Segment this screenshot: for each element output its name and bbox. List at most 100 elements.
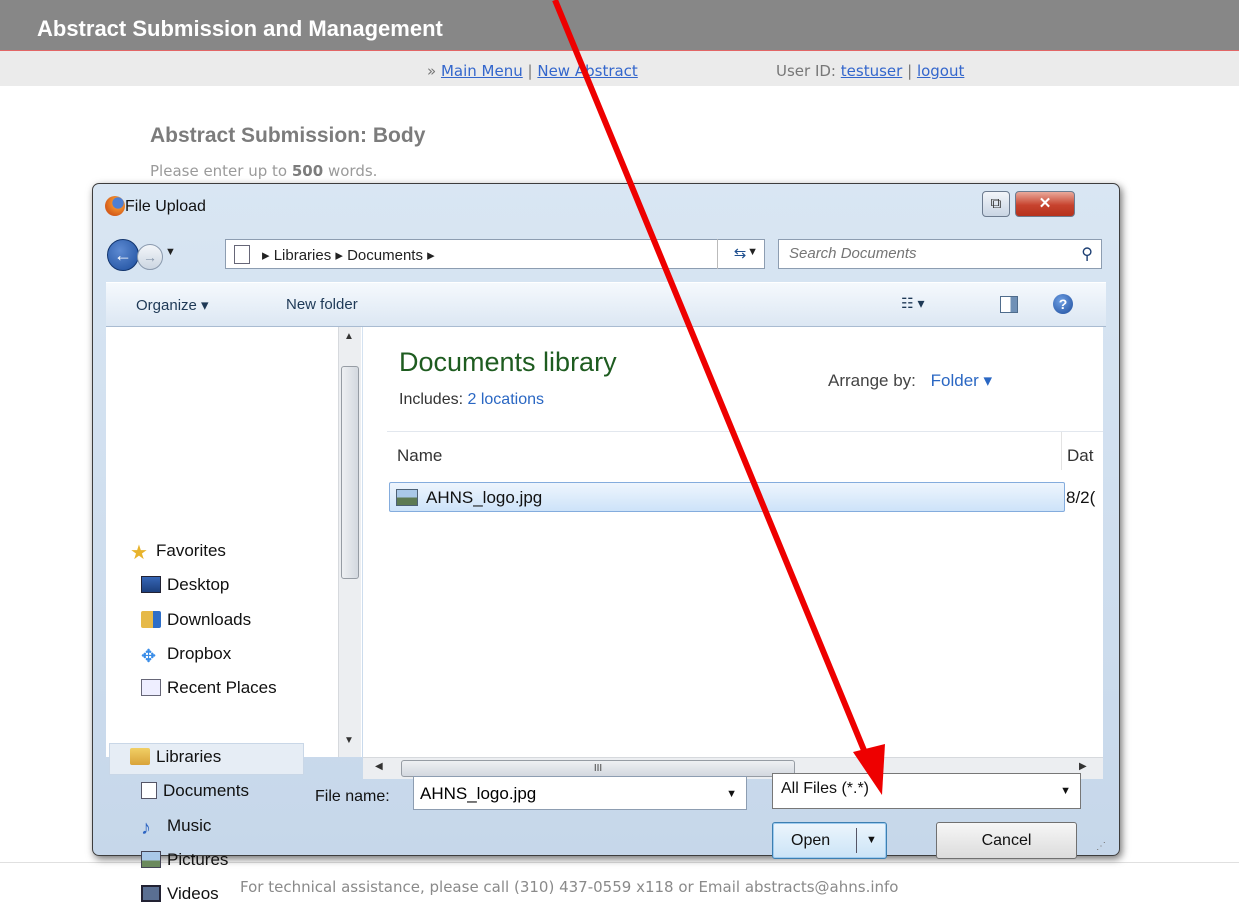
nav-item-label: Documents xyxy=(163,781,249,800)
nav-item-documents[interactable]: Documents xyxy=(141,777,249,805)
file-name-input[interactable] xyxy=(420,784,710,804)
nav-item-recent-places[interactable]: Recent Places xyxy=(141,674,277,702)
site-title: Abstract Submission and Management xyxy=(37,16,443,41)
chevron-down-icon: ▼ xyxy=(165,246,176,258)
nav-item-favorites[interactable]: ★ Favorites xyxy=(130,537,226,565)
preview-pane-icon[interactable] xyxy=(1000,296,1018,313)
file-type-dropdown-icon[interactable]: ▼ xyxy=(1060,785,1071,797)
search-input[interactable] xyxy=(789,245,1059,262)
user-id-label: User ID: xyxy=(776,62,836,80)
nav-item-downloads[interactable]: Downloads xyxy=(141,606,251,634)
firefox-icon xyxy=(105,196,125,216)
close-button[interactable]: ✕ xyxy=(1015,191,1075,217)
refresh-button[interactable]: ⇆ xyxy=(717,239,762,269)
forward-button[interactable]: → xyxy=(137,244,163,270)
includes-locations-link[interactable]: 2 locations xyxy=(468,391,545,408)
documents-icon xyxy=(141,782,157,799)
nav-item-label: Pictures xyxy=(167,850,229,869)
address-bar[interactable]: ▸ Libraries ▸ Documents ▸ ▼ xyxy=(225,239,765,269)
new-abstract-link[interactable]: New Abstract xyxy=(537,62,637,80)
cancel-button[interactable]: Cancel xyxy=(936,822,1077,859)
star-icon: ★ xyxy=(130,542,148,564)
scroll-down-icon[interactable]: ▼ xyxy=(344,735,354,746)
open-button[interactable]: Open ▼ xyxy=(772,822,887,859)
restore-icon: ⧉ xyxy=(990,195,1002,212)
command-bar: Organize ▾ New folder ☷ ▾ ? xyxy=(106,282,1106,327)
nav-item-dropbox[interactable]: ✥ Dropbox xyxy=(141,640,231,668)
logout-link[interactable]: logout xyxy=(917,62,964,80)
restore-button[interactable]: ⧉ xyxy=(982,191,1010,217)
column-date[interactable]: Dat xyxy=(1067,446,1093,466)
nav-scroll-thumb[interactable] xyxy=(341,366,359,579)
file-name-field[interactable]: ▼ xyxy=(413,776,747,810)
column-header: Name Dat xyxy=(387,431,1103,470)
scroll-left-icon[interactable]: ◀ xyxy=(375,761,383,772)
breadcrumb-separator: | xyxy=(527,62,533,80)
file-date: 8/2( xyxy=(1066,488,1096,507)
library-title: Documents library xyxy=(399,347,617,377)
search-icon[interactable]: ⚲ xyxy=(1081,244,1093,264)
videos-icon xyxy=(141,885,161,902)
help-icon[interactable]: ? xyxy=(1053,294,1073,314)
user-id-link[interactable]: testuser xyxy=(841,62,903,80)
recent-places-icon xyxy=(141,679,161,696)
file-type-select[interactable]: All Files (*.*) ▼ xyxy=(772,773,1081,809)
nav-item-label: Videos xyxy=(167,884,219,903)
user-info: User ID: testuser | logout xyxy=(776,62,964,80)
nav-item-label: Desktop xyxy=(167,575,230,594)
nav-scrollbar[interactable]: ▲ ▼ xyxy=(338,327,361,757)
app-root: Abstract Submission and Management » Mai… xyxy=(0,0,1239,916)
open-split-divider xyxy=(856,828,857,853)
change-view-button[interactable]: ☷ ▾ xyxy=(901,295,924,312)
main-menu-link[interactable]: Main Menu xyxy=(441,62,523,80)
breadcrumb: » Main Menu | New Abstract xyxy=(427,62,638,80)
instructions-post: words. xyxy=(327,162,378,180)
pictures-icon xyxy=(141,851,161,868)
dropbox-icon: ✥ xyxy=(141,646,157,666)
column-divider[interactable] xyxy=(1061,432,1062,470)
column-name[interactable]: Name xyxy=(397,446,442,466)
navigation-pane: ★ Favorites Desktop Downloads ✥ Dropbox Re… xyxy=(106,327,362,903)
page-title: Abstract Submission: Body xyxy=(150,124,426,147)
desktop-icon xyxy=(141,576,161,593)
open-button-label: Open xyxy=(791,832,831,849)
horizontal-scroll-thumb[interactable]: III xyxy=(401,760,795,777)
resize-grip-icon[interactable]: ⋰ xyxy=(1096,841,1106,852)
file-name-dropdown-icon[interactable]: ▼ xyxy=(726,788,737,800)
word-limit-instructions: Please enter up to 500 words. xyxy=(150,162,377,180)
new-folder-button[interactable]: New folder xyxy=(286,296,358,313)
file-upload-dialog: File Upload ⧉ ✕ ← → ▼ ▸ Libraries ▸ Docu… xyxy=(92,183,1120,903)
nav-item-label: Downloads xyxy=(167,610,252,629)
downloads-folder-icon xyxy=(141,611,161,628)
file-row[interactable]: AHNS_logo.jpg 8/2( xyxy=(389,482,1095,512)
nav-item-videos[interactable]: Videos xyxy=(141,880,219,908)
scroll-right-icon[interactable]: ▶ xyxy=(1079,761,1087,772)
libraries-icon xyxy=(130,748,150,765)
scroll-up-icon[interactable]: ▲ xyxy=(344,331,354,342)
open-split-arrow-icon[interactable]: ▼ xyxy=(866,823,877,858)
nav-item-label: Libraries xyxy=(156,747,222,766)
back-button[interactable]: ← xyxy=(107,239,139,271)
arrange-by: Arrange by: Folder ▾ xyxy=(828,371,992,391)
includes-label: Includes: xyxy=(399,391,464,408)
address-path: ▸ Libraries ▸ Documents ▸ xyxy=(262,247,435,264)
close-icon: ✕ xyxy=(1038,195,1052,212)
nav-item-desktop[interactable]: Desktop xyxy=(141,571,229,599)
library-includes: Includes: 2 locations xyxy=(399,391,544,409)
scroll-grip: III xyxy=(593,763,603,774)
site-nav-bar: » Main Menu | New Abstract User ID: test… xyxy=(0,50,1239,86)
nav-item-label: Dropbox xyxy=(167,644,232,663)
nav-item-pictures[interactable]: Pictures xyxy=(141,846,228,874)
file-name: AHNS_logo.jpg xyxy=(426,488,543,507)
arrange-by-dropdown[interactable]: Folder ▾ xyxy=(931,371,992,390)
nav-item-libraries[interactable]: Libraries xyxy=(130,743,221,771)
nav-item-music[interactable]: ♪ Music xyxy=(141,812,211,840)
search-box[interactable]: ⚲ xyxy=(778,239,1102,269)
breadcrumb-prefix: » xyxy=(427,62,437,80)
file-type-value: All Files (*.*) xyxy=(781,780,870,797)
history-dropdown[interactable]: ▼ xyxy=(165,246,176,258)
instructions-pre: Please enter up to xyxy=(150,162,288,180)
nav-item-label: Favorites xyxy=(156,541,226,560)
organize-button[interactable]: Organize ▾ xyxy=(136,296,209,314)
nav-item-label: Recent Places xyxy=(167,678,277,697)
